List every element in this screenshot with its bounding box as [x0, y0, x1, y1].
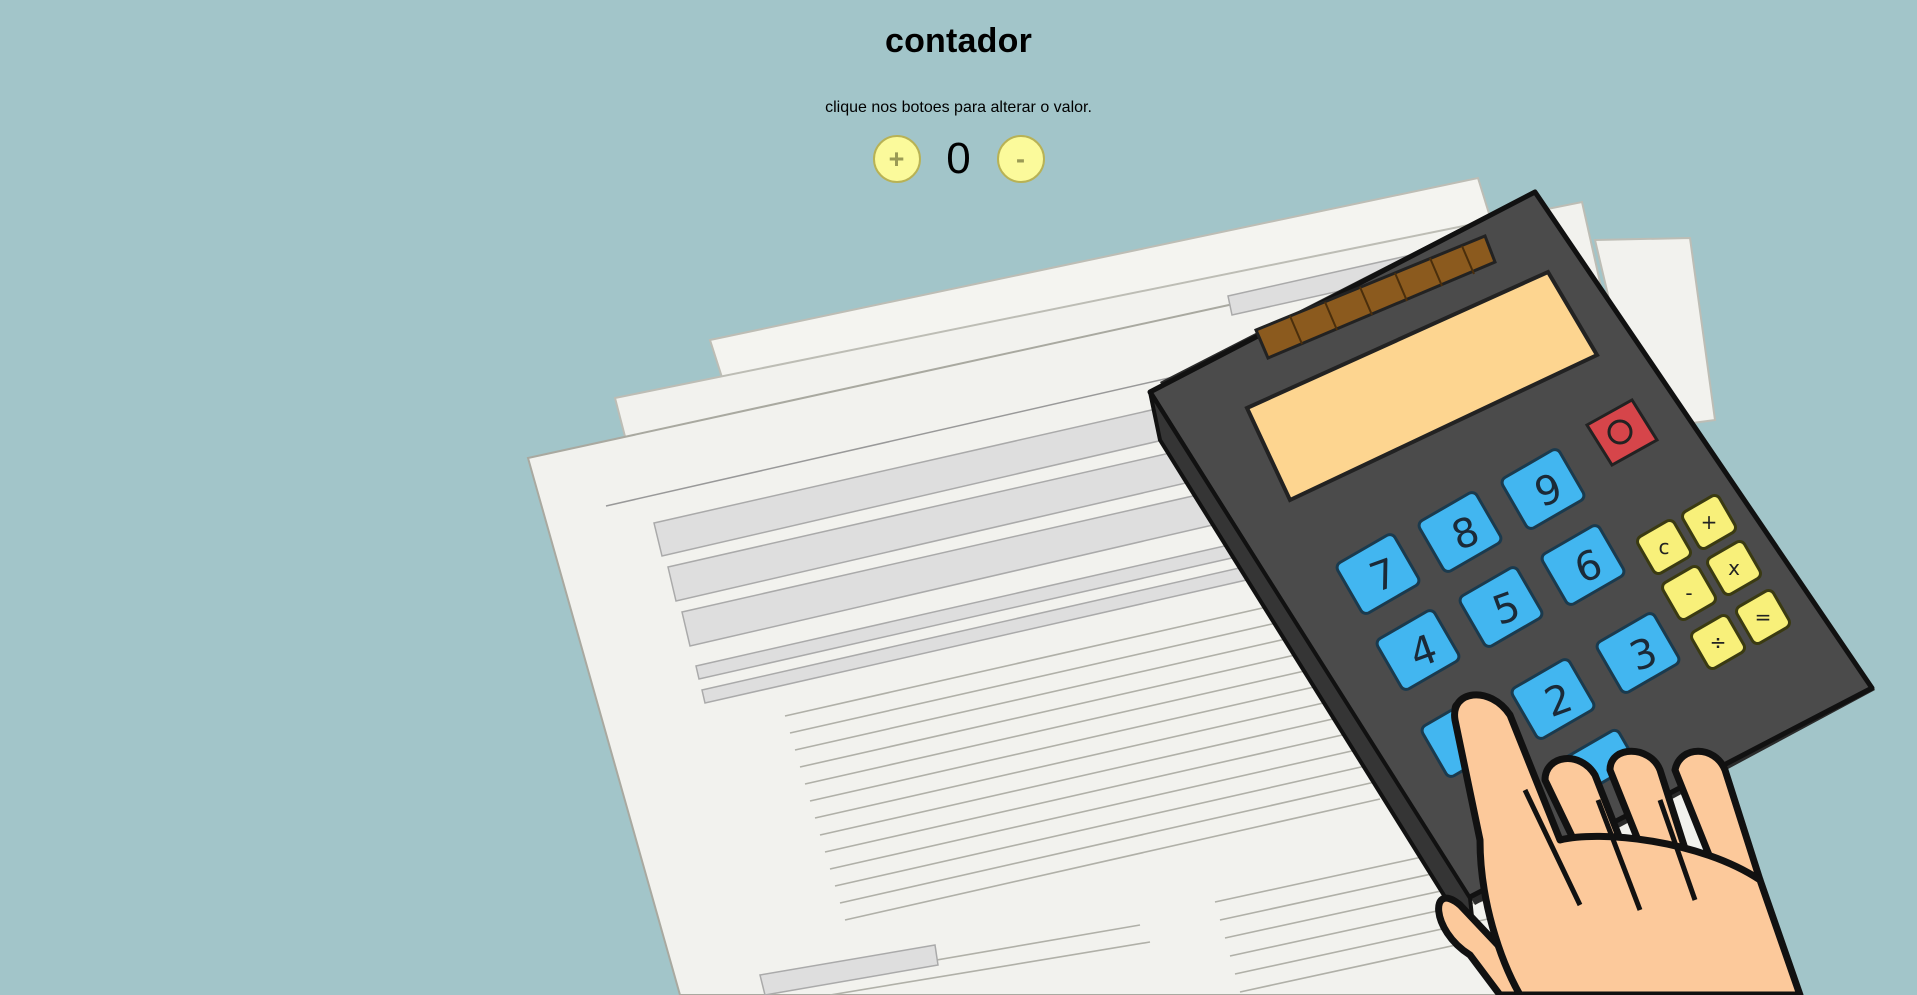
svg-text:c: c	[1659, 535, 1670, 559]
svg-text:x: x	[1728, 556, 1740, 580]
counter-value: 0	[946, 134, 971, 183]
increment-button[interactable]: +	[872, 135, 921, 183]
instructions-text: clique nos botoes para alterar o valor.	[825, 99, 1092, 116]
counter-controls: + 0 -	[0, 134, 1917, 184]
decrement-button[interactable]: -	[996, 135, 1045, 183]
svg-text:=: =	[1755, 605, 1772, 629]
svg-text:÷: ÷	[1710, 630, 1727, 654]
svg-text:+: +	[1701, 510, 1718, 534]
svg-text:-: -	[1685, 581, 1692, 605]
page-title: contador	[884, 22, 1033, 60]
